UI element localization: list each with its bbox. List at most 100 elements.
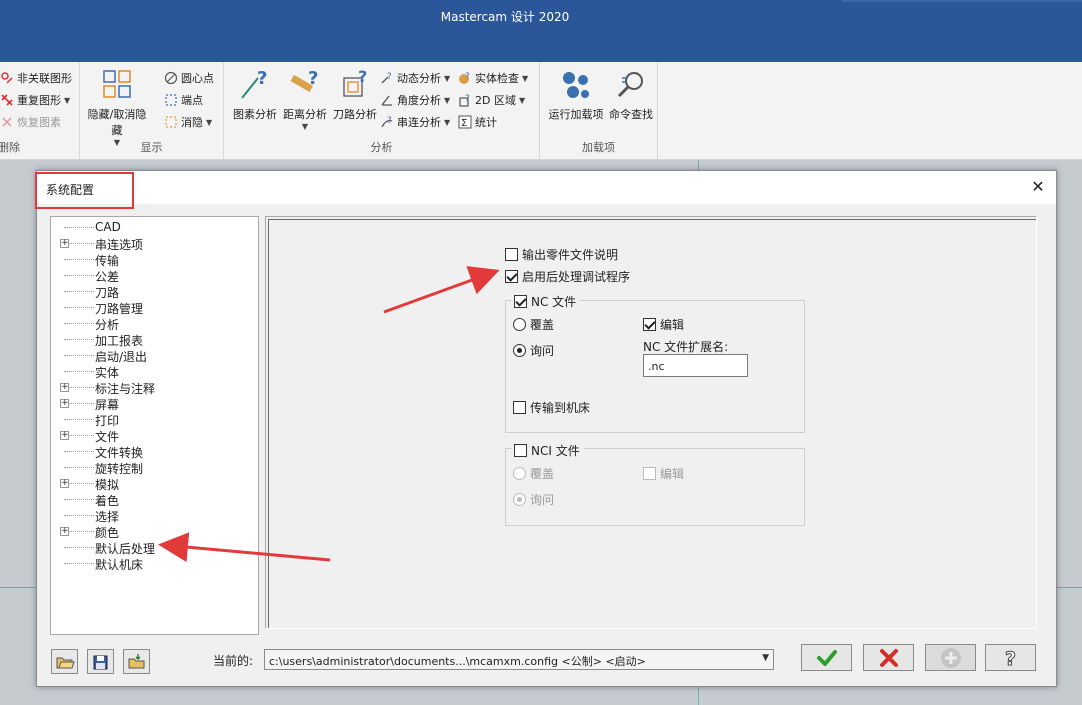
distance-analysis-button[interactable]: ? 距离分析 ▼ bbox=[278, 66, 332, 136]
send-to-machine-checkbox[interactable]: 传输到机床 bbox=[513, 399, 590, 416]
tree-item[interactable]: 加工报表 bbox=[51, 331, 258, 348]
tree-item[interactable]: 着色 bbox=[51, 491, 258, 508]
nc-ext-input[interactable]: .nc bbox=[643, 354, 748, 377]
tree-item[interactable]: 默认机床 bbox=[51, 555, 258, 572]
radio-circle[interactable] bbox=[513, 318, 526, 331]
open-config-button[interactable] bbox=[51, 649, 78, 674]
arc-center-button[interactable]: 圆心点 bbox=[164, 68, 214, 88]
expand-icon[interactable]: + bbox=[60, 431, 69, 440]
duplicate-geometry-button[interactable]: 重复图形 ▼ bbox=[0, 90, 70, 110]
run-addin-label: 运行加载项 bbox=[548, 108, 604, 121]
tree-item[interactable]: 分析 bbox=[51, 315, 258, 332]
tree-item[interactable]: 刀路 bbox=[51, 283, 258, 300]
blank-button[interactable]: 消隐 ▼ bbox=[164, 112, 212, 132]
run-addin-button[interactable]: 运行加载项 bbox=[546, 66, 606, 136]
svg-text:?: ? bbox=[387, 72, 392, 82]
entity-analysis-icon: ? bbox=[238, 68, 272, 102]
nc-edit-label: 编辑 bbox=[660, 318, 685, 332]
tree-connector bbox=[64, 451, 94, 452]
tree-item[interactable]: 文件转换 bbox=[51, 443, 258, 460]
help-button[interactable]: ? bbox=[985, 644, 1036, 671]
solid-check-button[interactable]: ? 实体检查 ▼ bbox=[458, 68, 528, 88]
expand-icon[interactable]: + bbox=[60, 399, 69, 408]
expand-icon[interactable]: + bbox=[60, 239, 69, 248]
chain-analysis-button[interactable]: ? 串连分析 ▼ bbox=[380, 112, 450, 132]
radio-circle[interactable] bbox=[513, 493, 526, 506]
config-tree[interactable]: CAD + 串连选项 传输 公差 刀路 刀路管理 分析 加工报表 启动/退出 实体 + 标注与注释 + 屏幕… bbox=[50, 216, 259, 635]
hide-unhide-button[interactable]: 隐藏/取消隐藏 ▼ bbox=[84, 66, 150, 147]
nci-edit-label: 编辑 bbox=[660, 467, 685, 481]
chevron-down-icon: ▼ bbox=[518, 95, 526, 105]
checkbox-box[interactable] bbox=[505, 270, 518, 283]
title-bar: Mastercam 设计 2020 bbox=[0, 0, 1082, 62]
nc-overwrite-radio[interactable]: 覆盖 bbox=[513, 316, 554, 333]
nc-ext-label: NC 文件扩展名: bbox=[643, 340, 729, 354]
tree-item[interactable]: + 标注与注释 bbox=[51, 379, 258, 396]
output-part-doc-checkbox[interactable]: 输出零件文件说明 bbox=[505, 246, 618, 263]
checkbox-box[interactable] bbox=[513, 401, 526, 414]
dialog-title-bar[interactable]: 系统配置 ✕ bbox=[35, 171, 1056, 209]
radio-circle[interactable] bbox=[513, 344, 526, 357]
tree-item[interactable]: 旋转控制 bbox=[51, 459, 258, 476]
tree-item[interactable]: + 颜色 bbox=[51, 523, 258, 540]
tree-item[interactable]: + 串连选项 bbox=[51, 235, 258, 252]
2d-area-button[interactable]: ? 2D 区域 ▼ bbox=[458, 90, 525, 110]
endpoints-button[interactable]: 端点 bbox=[164, 90, 203, 110]
tree-item[interactable]: CAD bbox=[51, 219, 258, 235]
nci-file-checkbox[interactable]: NCI 文件 bbox=[512, 442, 584, 459]
current-config-select[interactable]: c:\users\administrator\documents...\mcam… bbox=[264, 649, 774, 670]
tree-item[interactable]: + 屏幕 bbox=[51, 395, 258, 412]
chevron-down-icon: ▼ bbox=[64, 95, 71, 105]
tree-item[interactable]: + 模拟 bbox=[51, 475, 258, 492]
checkbox-box[interactable] bbox=[514, 295, 527, 308]
expand-icon[interactable]: + bbox=[60, 479, 69, 488]
checkbox-box[interactable] bbox=[505, 248, 518, 261]
command-finder-button[interactable]: 命令查找 bbox=[604, 66, 658, 136]
statistics-button[interactable]: Σ 统计 bbox=[458, 112, 497, 132]
nc-ask-radio[interactable]: 询问 bbox=[513, 342, 554, 359]
radio-circle[interactable] bbox=[513, 467, 526, 480]
tree-item[interactable]: 公差 bbox=[51, 267, 258, 284]
nc-file-checkbox[interactable]: NC 文件 bbox=[512, 293, 581, 310]
save-config-button[interactable] bbox=[87, 649, 114, 674]
ok-button[interactable] bbox=[801, 644, 852, 671]
add-button[interactable] bbox=[925, 644, 976, 671]
nc-edit-checkbox[interactable]: 编辑 bbox=[643, 316, 684, 333]
hide-unhide-label: 隐藏/取消隐藏 bbox=[87, 108, 147, 137]
restore-entities-button[interactable]: 恢复图素 bbox=[0, 112, 61, 132]
tree-item[interactable]: 实体 bbox=[51, 363, 258, 380]
system-config-dialog: 系统配置 ✕ CAD + 串连选项 传输 公差 刀路 刀路管理 分析 加工报表 启动/退出 实体 + 标… bbox=[35, 170, 1057, 687]
tree-item[interactable]: 选择 bbox=[51, 507, 258, 524]
chevron-down-icon: ▼ bbox=[762, 653, 769, 663]
tree-item[interactable]: 刀路管理 bbox=[51, 299, 258, 316]
checkbox-box[interactable] bbox=[514, 444, 527, 457]
x-icon bbox=[879, 648, 898, 667]
expand-icon[interactable]: + bbox=[60, 527, 69, 536]
tree-item[interactable]: 启动/退出 bbox=[51, 347, 258, 364]
expand-icon[interactable]: + bbox=[60, 383, 69, 392]
nci-ask-radio[interactable]: 询问 bbox=[513, 491, 554, 508]
nci-overwrite-radio[interactable]: 覆盖 bbox=[513, 465, 554, 482]
tree-connector bbox=[64, 547, 94, 548]
enable-post-debug-checkbox[interactable]: 启用后处理调试程序 bbox=[505, 268, 630, 285]
tree-item[interactable]: + 文件 bbox=[51, 427, 258, 444]
entity-analysis-button[interactable]: ? 图素分析 bbox=[228, 66, 282, 136]
unassociated-geometry-button[interactable]: 非关联图形 bbox=[0, 68, 72, 88]
svg-text:?: ? bbox=[465, 94, 470, 104]
toolpath-analysis-button[interactable]: ? 刀路分析 bbox=[328, 66, 382, 136]
nci-edit-checkbox[interactable]: 编辑 bbox=[643, 465, 684, 482]
angle-analysis-button[interactable]: 角度分析 ▼ bbox=[380, 90, 450, 110]
close-icon[interactable]: ✕ bbox=[1028, 177, 1048, 196]
checkbox-box[interactable] bbox=[643, 318, 656, 331]
angle-analysis-icon bbox=[380, 93, 394, 107]
tree-item[interactable]: 默认后处理 bbox=[51, 539, 258, 556]
run-addin-icon bbox=[559, 68, 593, 102]
tree-item[interactable]: 传输 bbox=[51, 251, 258, 268]
checkbox-box[interactable] bbox=[643, 467, 656, 480]
merge-config-button[interactable] bbox=[123, 649, 150, 674]
cancel-button[interactable] bbox=[863, 644, 914, 671]
ribbon-group-label-display: 显示 bbox=[140, 141, 163, 154]
svg-text:?: ? bbox=[257, 68, 267, 89]
dynamic-analysis-button[interactable]: ? 动态分析 ▼ bbox=[380, 68, 450, 88]
tree-item[interactable]: 打印 bbox=[51, 411, 258, 428]
